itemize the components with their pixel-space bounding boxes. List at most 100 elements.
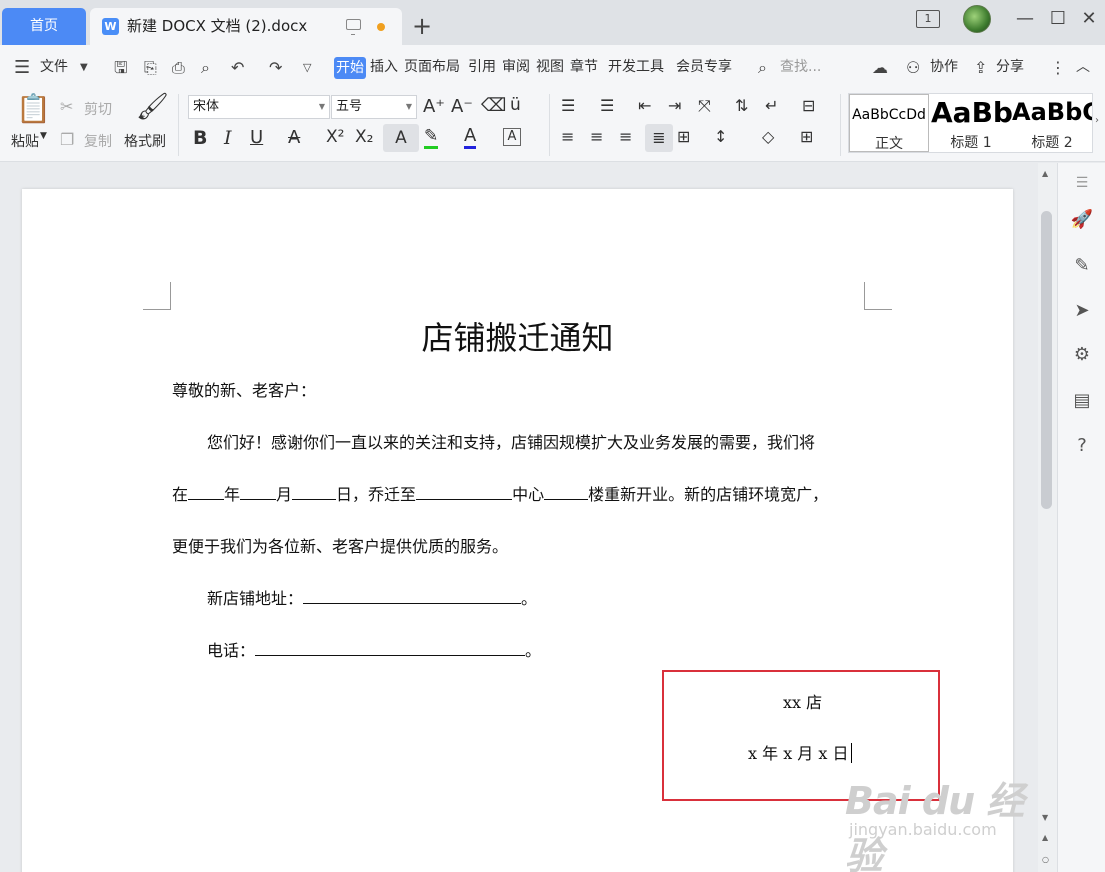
new-tab-button[interactable]: + xyxy=(412,11,432,41)
phonetic-guide-icon[interactable]: ü xyxy=(510,95,521,115)
superscript-icon[interactable]: X² xyxy=(326,127,344,147)
chevron-down-icon[interactable]: ▼ xyxy=(80,45,88,90)
undo-icon[interactable]: ↶ xyxy=(231,45,244,90)
menu-start[interactable]: 开始 xyxy=(334,57,366,79)
export-icon[interactable]: ⎘ xyxy=(144,45,157,90)
character-border-icon[interactable]: A xyxy=(503,128,521,146)
menu-review[interactable]: 审阅 xyxy=(502,45,530,90)
document-workspace[interactable]: 店铺搬迁通知 尊敬的新、老客户： 您们好！感谢你们一直以来的关注和支持，店铺因规… xyxy=(0,163,1057,872)
print-preview-icon[interactable]: ⌕ xyxy=(201,45,210,90)
address-blank[interactable] xyxy=(303,587,522,604)
format-painter-icon[interactable]: 🖌 xyxy=(136,92,169,122)
menu-chapter[interactable]: 章节 xyxy=(570,45,598,90)
subscript-icon[interactable]: X₂ xyxy=(355,127,373,147)
style-heading-2[interactable]: AaBbC 标题 2 xyxy=(1012,94,1092,152)
decrease-indent-icon[interactable]: ⇤ xyxy=(638,96,651,115)
paragraph-2[interactable]: 在 年 月 日，乔迁至 中心 楼重新开业。新的店铺环境宽广， xyxy=(172,481,828,505)
vertical-scrollbar[interactable]: ▲ ▼ ▲ ○ xyxy=(1038,163,1057,872)
search-icon[interactable]: ⌕ xyxy=(758,45,767,90)
search-input[interactable]: 查找... xyxy=(780,45,821,90)
chevron-right-icon[interactable]: › xyxy=(1095,115,1099,126)
collaborate-icon[interactable]: ⚇ xyxy=(906,45,920,90)
cut-button[interactable]: 剪切 xyxy=(84,99,112,119)
panel-menu-icon[interactable]: ☰ xyxy=(1070,171,1094,195)
font-color-icon[interactable]: A xyxy=(464,126,477,149)
highlight-icon[interactable]: ✎ xyxy=(424,126,439,149)
sort-icon[interactable]: ⇅ xyxy=(735,96,748,115)
numbered-list-icon[interactable]: ☰ xyxy=(600,96,614,115)
tab-home[interactable]: 首页 xyxy=(2,8,86,45)
clear-format-icon[interactable]: ⌫ xyxy=(481,95,506,116)
document-title[interactable]: 店铺搬迁通知 xyxy=(22,313,1013,359)
format-painter-button[interactable]: 格式刷 xyxy=(124,131,166,151)
redo-icon[interactable]: ↷ xyxy=(269,45,282,90)
grow-font-icon[interactable]: A⁺ xyxy=(423,96,445,117)
style-heading-1[interactable]: AaBb 标题 1 xyxy=(931,94,1013,152)
date-line[interactable]: x 年 x 月 x 日 xyxy=(748,740,853,764)
menu-view[interactable]: 视图 xyxy=(536,45,564,90)
font-name-select[interactable]: 宋体 ▼ xyxy=(188,95,330,119)
settings-sliders-icon[interactable]: ⚙ xyxy=(1070,343,1094,367)
justify-icon[interactable]: ≣ xyxy=(645,124,673,152)
cursor-icon[interactable]: ➤ xyxy=(1070,299,1094,323)
borders-icon[interactable]: ⊞ xyxy=(800,127,813,146)
style-normal[interactable]: AaBbCcDd 正文 xyxy=(849,94,929,152)
blank-year[interactable] xyxy=(188,483,225,500)
italic-icon[interactable]: I xyxy=(224,127,232,149)
window-count-icon[interactable]: 1 xyxy=(916,10,940,28)
collapse-ribbon-icon[interactable]: ︿ xyxy=(1076,45,1090,90)
hamburger-icon[interactable]: ☰ xyxy=(14,45,30,90)
align-right-icon[interactable]: ≡ xyxy=(619,127,632,146)
ruler-icon[interactable]: ⊟ xyxy=(802,96,815,115)
pen-icon[interactable]: ✎ xyxy=(1070,254,1094,278)
maximize-button[interactable]: ☐ xyxy=(1043,4,1073,34)
paragraph-1[interactable]: 您们好！感谢你们一直以来的关注和支持，店铺因规模扩大及业务发展的需要，我们将 xyxy=(207,429,815,453)
blank-day[interactable] xyxy=(292,483,337,500)
underline-icon[interactable]: U xyxy=(250,127,263,148)
paste-button[interactable]: 粘贴 xyxy=(11,131,39,151)
paragraph-3[interactable]: 更便于我们为各位新、老客户提供优质的服务。 xyxy=(172,533,508,557)
save-icon[interactable]: 🖫 xyxy=(114,45,128,90)
align-center-icon[interactable]: ≡ xyxy=(590,127,603,146)
strikethrough-icon[interactable]: A xyxy=(288,127,300,148)
shading-icon[interactable]: ◇ xyxy=(762,127,774,146)
share-icon[interactable]: ⇪ xyxy=(974,45,987,90)
phone-line[interactable]: 电话： 。 xyxy=(207,637,541,661)
help-icon[interactable]: ? xyxy=(1070,434,1094,458)
paste-dropdown-icon[interactable]: ▼ xyxy=(40,131,47,141)
menu-references[interactable]: 引用 xyxy=(468,45,496,90)
align-left-icon[interactable]: ≡ xyxy=(561,127,574,146)
show-marks-icon[interactable]: ↵ xyxy=(765,96,778,115)
menu-developer[interactable]: 开发工具 xyxy=(608,45,664,90)
customize-toolbar-icon[interactable]: ▽ xyxy=(303,45,311,90)
close-button[interactable]: ✕ xyxy=(1074,4,1104,34)
line-spacing-icon[interactable]: ↕ xyxy=(714,127,727,146)
share-button[interactable]: 分享 xyxy=(996,45,1024,90)
text-effect-icon[interactable]: A xyxy=(383,124,419,152)
copy-button[interactable]: 复制 xyxy=(84,131,112,151)
more-icon[interactable]: ⋮ xyxy=(1050,45,1066,90)
address-line[interactable]: 新店铺地址： 。 xyxy=(207,585,537,609)
shrink-font-icon[interactable]: A⁻ xyxy=(451,96,473,117)
print-icon[interactable]: ⎙ xyxy=(172,45,185,90)
menu-page-layout[interactable]: 页面布局 xyxy=(404,45,460,90)
menu-insert[interactable]: 插入 xyxy=(370,45,398,90)
minimize-button[interactable]: — xyxy=(1010,4,1040,34)
blank-month[interactable] xyxy=(240,483,277,500)
user-avatar[interactable] xyxy=(963,5,991,33)
increase-indent-icon[interactable]: ⇥ xyxy=(668,96,681,115)
archive-icon[interactable]: ▤ xyxy=(1070,389,1094,413)
collaborate-button[interactable]: 协作 xyxy=(930,45,958,90)
bold-icon[interactable]: B xyxy=(193,127,207,149)
distributed-icon[interactable]: ⊞ xyxy=(677,127,690,146)
blank-center[interactable] xyxy=(416,483,513,500)
blank-floor[interactable] xyxy=(544,483,589,500)
signature-line[interactable]: xx 店 xyxy=(783,689,822,713)
rocket-icon[interactable]: 🚀 xyxy=(1070,208,1094,232)
font-size-select[interactable]: 五号 ▼ xyxy=(331,95,417,119)
bullet-list-icon[interactable]: ☰ xyxy=(561,96,575,115)
text-direction-icon[interactable]: ⤧ xyxy=(698,96,711,116)
menu-file[interactable]: 文件 xyxy=(40,45,68,90)
menu-membership[interactable]: 会员专享 xyxy=(676,45,732,90)
scroll-up-icon[interactable]: ▲ xyxy=(1042,169,1048,178)
